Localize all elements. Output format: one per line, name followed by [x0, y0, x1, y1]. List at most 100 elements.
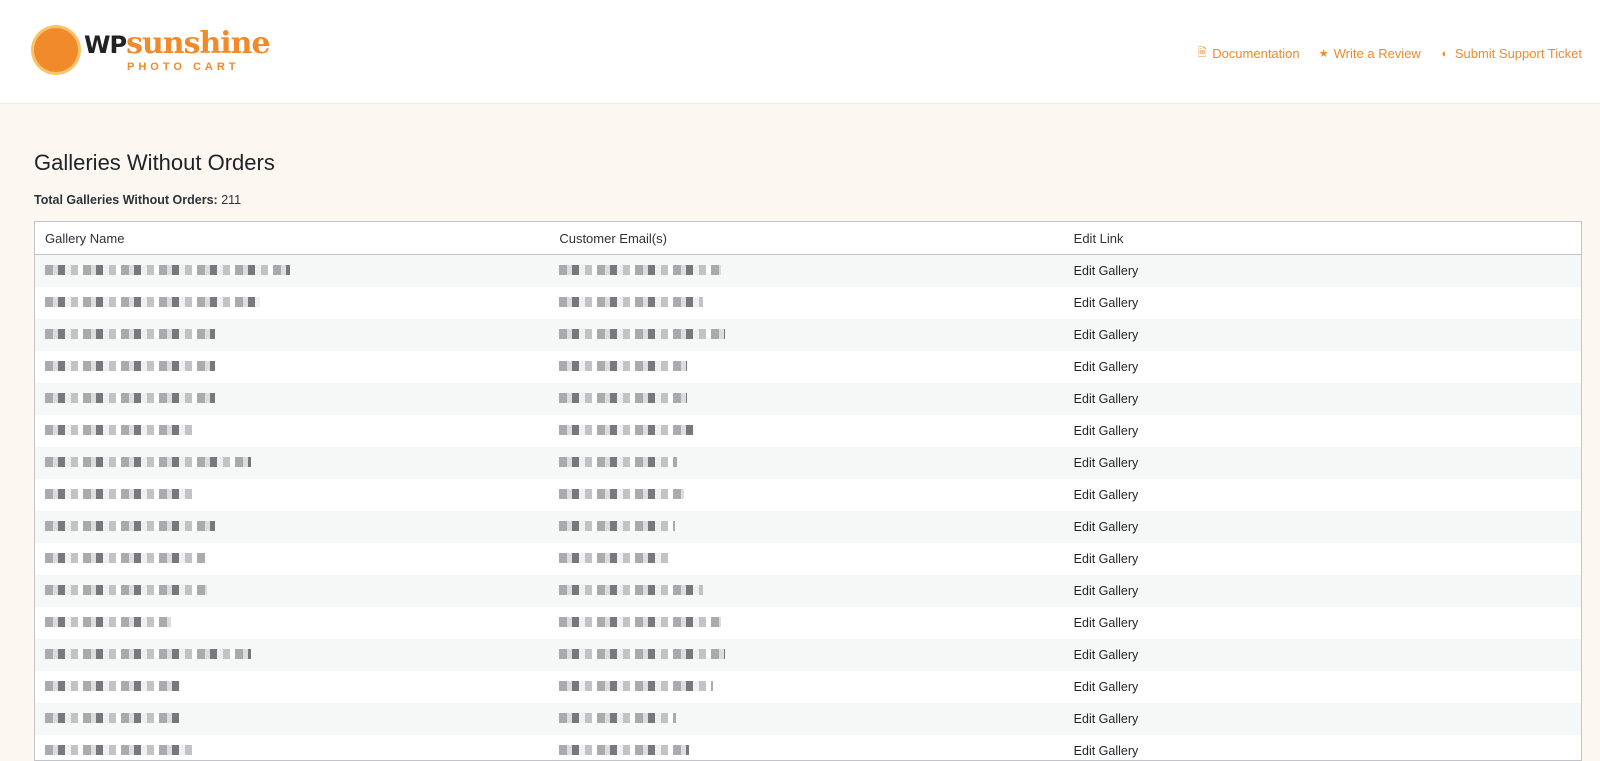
edit-link-cell: Edit Gallery	[1064, 712, 1581, 726]
edit-link-cell: Edit Gallery	[1064, 520, 1581, 534]
redacted-gallery-name	[45, 393, 215, 403]
customer-email-cell	[549, 360, 1063, 374]
redacted-gallery-name	[45, 329, 215, 339]
edit-gallery-link[interactable]: Edit Gallery	[1074, 424, 1139, 438]
edit-link-cell: Edit Gallery	[1064, 680, 1581, 694]
redacted-gallery-name	[45, 489, 197, 499]
redacted-gallery-name	[45, 425, 197, 435]
edit-link-cell: Edit Gallery	[1064, 264, 1581, 278]
redacted-customer-email	[559, 489, 685, 499]
column-gallery-name: Gallery Name	[45, 230, 125, 246]
redacted-gallery-name	[45, 745, 197, 755]
write-review-link[interactable]: ★ Write a Review	[1318, 44, 1421, 63]
total-galleries: Total Galleries Without Orders: 211	[34, 193, 241, 207]
customer-email-cell	[549, 328, 1063, 342]
redacted-customer-email	[559, 713, 677, 723]
gallery-name-cell	[35, 296, 549, 310]
customer-email-cell	[549, 488, 1063, 502]
redacted-customer-email	[559, 329, 726, 339]
edit-gallery-link[interactable]: Edit Gallery	[1074, 392, 1139, 406]
redacted-customer-email	[559, 521, 676, 531]
support-ticket-link[interactable]: ◐ Submit Support Ticket	[1439, 44, 1583, 63]
edit-link-cell: Edit Gallery	[1064, 392, 1581, 406]
customer-email-cell	[549, 712, 1063, 726]
edit-gallery-link[interactable]: Edit Gallery	[1074, 552, 1139, 566]
table-row: Edit Gallery	[35, 671, 1581, 703]
logo-sunshine: sunshine	[126, 26, 271, 61]
table-header: Gallery Name Customer Email(s) Edit Link	[35, 222, 1581, 255]
customer-email-cell	[549, 744, 1063, 758]
gallery-name-cell	[35, 488, 549, 502]
edit-link-cell: Edit Gallery	[1064, 584, 1581, 598]
write-review-label: Write a Review	[1333, 46, 1421, 61]
column-customer-emails: Customer Email(s)	[559, 230, 667, 246]
gallery-name-cell	[35, 584, 549, 598]
redacted-customer-email	[559, 265, 722, 275]
redacted-customer-email	[559, 361, 688, 371]
redacted-gallery-name	[45, 681, 180, 691]
redacted-customer-email	[559, 681, 714, 691]
gallery-name-cell	[35, 424, 549, 438]
star-icon: ★	[1318, 48, 1329, 60]
edit-link-cell: Edit Gallery	[1064, 328, 1581, 342]
total-value: 211	[221, 193, 242, 207]
edit-gallery-link[interactable]: Edit Gallery	[1074, 264, 1139, 278]
document-icon: 🗎	[1197, 47, 1207, 59]
table-row: Edit Gallery	[35, 575, 1581, 607]
edit-gallery-link[interactable]: Edit Gallery	[1074, 744, 1139, 758]
gallery-name-cell	[35, 392, 549, 406]
edit-gallery-link[interactable]: Edit Gallery	[1074, 328, 1139, 342]
gallery-name-cell	[35, 552, 549, 566]
redacted-gallery-name	[45, 457, 251, 467]
edit-gallery-link[interactable]: Edit Gallery	[1074, 488, 1139, 502]
redacted-customer-email	[559, 393, 688, 403]
edit-link-cell: Edit Gallery	[1064, 296, 1581, 310]
table-row: Edit Gallery	[35, 351, 1581, 383]
table-body: Edit Gallery Edit Gallery Edit Gallery Edit…	[35, 255, 1581, 760]
support-ticket-label: Submit Support Ticket	[1454, 46, 1582, 61]
edit-gallery-link[interactable]: Edit Gallery	[1074, 584, 1139, 598]
edit-link-cell: Edit Gallery	[1064, 552, 1581, 566]
edit-gallery-link[interactable]: Edit Gallery	[1074, 520, 1139, 534]
galleries-table: Gallery Name Customer Email(s) Edit Link…	[34, 221, 1582, 761]
gallery-name-cell	[35, 520, 549, 534]
gallery-name-cell	[35, 360, 549, 374]
table-row: Edit Gallery	[35, 703, 1581, 735]
edit-gallery-link[interactable]: Edit Gallery	[1074, 616, 1139, 630]
logo-wordmark: WPsunshine	[84, 26, 271, 61]
gallery-name-cell	[35, 712, 549, 726]
customer-email-cell	[549, 296, 1063, 310]
edit-gallery-link[interactable]: Edit Gallery	[1074, 648, 1139, 662]
documentation-link[interactable]: 🗎 Documentation	[1196, 44, 1300, 63]
edit-gallery-link[interactable]: Edit Gallery	[1074, 360, 1139, 374]
redacted-customer-email	[559, 553, 669, 563]
edit-link-cell: Edit Gallery	[1064, 424, 1581, 438]
edit-link-cell: Edit Gallery	[1064, 488, 1581, 502]
table-row: Edit Gallery	[35, 479, 1581, 511]
redacted-customer-email	[559, 425, 695, 435]
table-row: Edit Gallery	[35, 511, 1581, 543]
redacted-gallery-name	[45, 713, 179, 723]
edit-gallery-link[interactable]: Edit Gallery	[1074, 680, 1139, 694]
redacted-gallery-name	[45, 265, 290, 275]
gallery-name-cell	[35, 744, 549, 758]
header-links: 🗎 Documentation ★ Write a Review ◐ Submit S…	[1196, 44, 1582, 63]
edit-gallery-link[interactable]: Edit Gallery	[1074, 296, 1139, 310]
edit-gallery-link[interactable]: Edit Gallery	[1074, 456, 1139, 470]
top-bar: WPsunshine PHOTO CART 🗎 Documentation ★ Wr…	[0, 0, 1600, 104]
redacted-customer-email	[559, 617, 722, 627]
redacted-gallery-name	[45, 585, 207, 595]
edit-link-cell: Edit Gallery	[1064, 744, 1581, 758]
customer-email-cell	[549, 520, 1063, 534]
redacted-customer-email	[559, 745, 690, 755]
gallery-name-cell	[35, 648, 549, 662]
table-row: Edit Gallery	[35, 255, 1581, 287]
edit-gallery-link[interactable]: Edit Gallery	[1074, 712, 1139, 726]
customer-email-cell	[549, 264, 1063, 278]
table-row: Edit Gallery	[35, 319, 1581, 351]
wp-sunshine-logo[interactable]: WPsunshine PHOTO CART	[34, 26, 271, 76]
gallery-name-cell	[35, 456, 549, 470]
column-edit-link: Edit Link	[1073, 230, 1124, 246]
table-row: Edit Gallery	[35, 447, 1581, 479]
edit-link-cell: Edit Gallery	[1064, 456, 1581, 470]
